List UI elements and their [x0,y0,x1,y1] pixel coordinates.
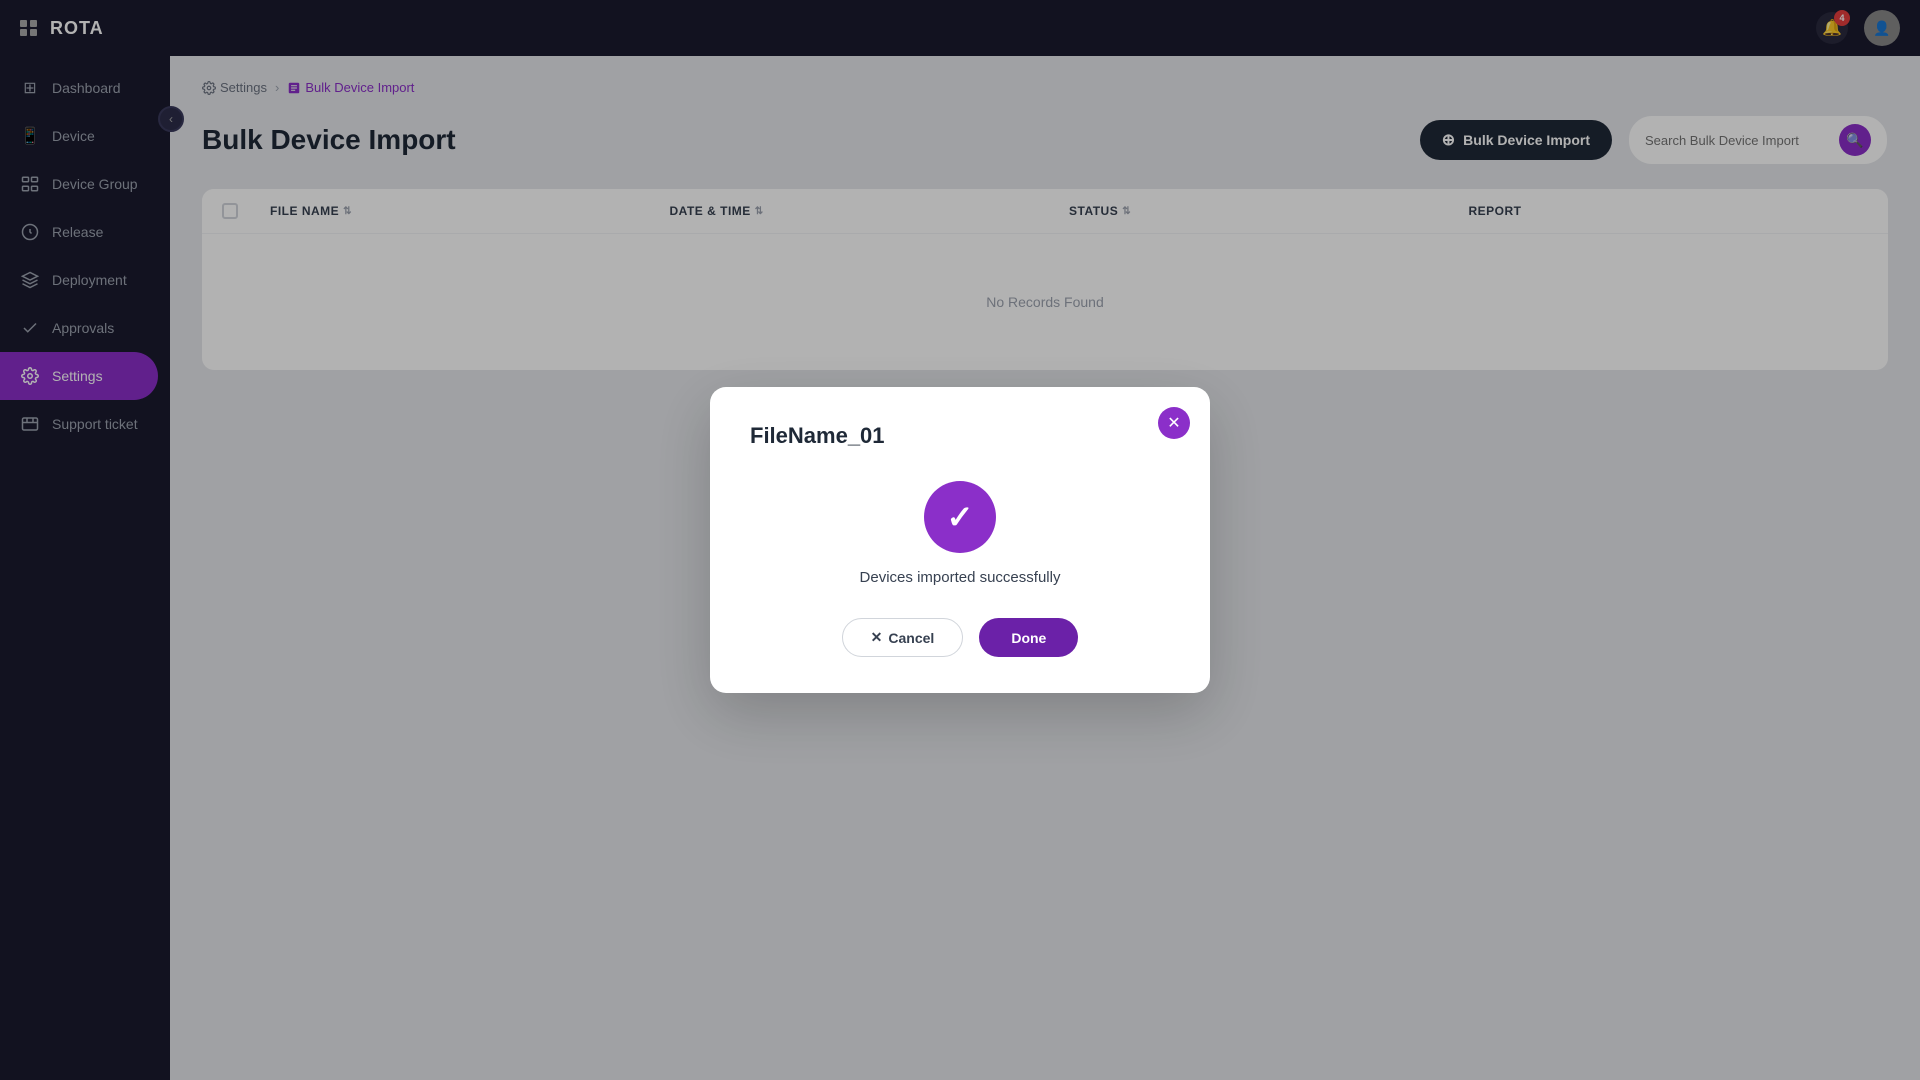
success-message: Devices imported successfully [860,569,1061,586]
success-circle: ✓ [924,481,996,553]
modal-actions: ✕ Cancel Done [750,618,1170,657]
modal-title: FileName_01 [750,423,1170,449]
modal-overlay[interactable]: FileName_01 ✕ ✓ Devices imported success… [0,56,1920,1080]
close-icon: ✕ [1167,413,1180,433]
modal-body: ✓ Devices imported successfully [750,481,1170,586]
modal-close-button[interactable]: ✕ [1158,407,1190,439]
checkmark-icon: ✓ [947,498,974,536]
x-icon: ✕ [871,629,883,646]
content-area: Settings › Bulk Device Import Bulk Devic… [170,56,1920,1080]
done-button[interactable]: Done [979,618,1078,657]
main-layout: ‹ ⊞ Dashboard 📱 Device Device Group Rele… [0,56,1920,1080]
cancel-button[interactable]: ✕ Cancel [842,618,964,657]
success-modal: FileName_01 ✕ ✓ Devices imported success… [710,387,1210,693]
